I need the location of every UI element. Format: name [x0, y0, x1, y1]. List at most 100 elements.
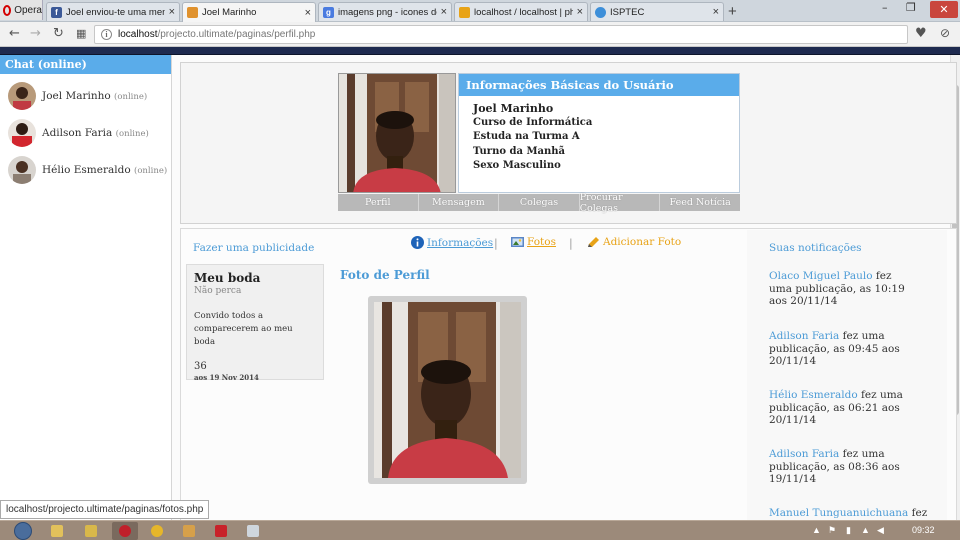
notification-item[interactable]: Adilson Faria fez uma publicação, as 08:…	[769, 448, 909, 486]
url-input[interactable]: i localhost/projecto.ultimate/paginas/pe…	[94, 25, 908, 44]
site-icon	[187, 7, 198, 18]
nav-perfil[interactable]: Perfil	[338, 194, 419, 211]
publication-subtitle: Não perca	[194, 286, 242, 296]
tab-label: Joel Marinho	[202, 7, 257, 18]
notification-user[interactable]: Manuel Tunguanuichuana	[769, 507, 908, 519]
url-host: localhost	[118, 29, 158, 40]
notification-user[interactable]: Adilson Faria	[769, 448, 839, 460]
notification-item[interactable]: Hélio Esmeraldo fez uma publicação, as 0…	[769, 389, 909, 427]
close-window-icon[interactable]: ✕	[930, 1, 958, 18]
chat-header: Chat (online)	[0, 55, 171, 74]
chat-user-status: (online)	[114, 91, 148, 102]
tab-joel-marinho[interactable]: Joel Marinho ×	[182, 2, 316, 22]
notifications-header: Suas notificações	[769, 242, 862, 254]
publish-ad-link[interactable]: Fazer uma publicidade	[193, 242, 314, 254]
notification-item[interactable]: Manuel Tunguanuichuana fez	[769, 507, 929, 520]
basic-info-card: Informações Básicas do Usuário Joel Mari…	[458, 73, 740, 193]
avatar	[8, 81, 36, 110]
reload-icon[interactable]: ↻	[53, 26, 64, 41]
start-button-icon[interactable]	[14, 522, 32, 540]
profile-nav-bar: Perfil Mensagem Colegas Procurar Colegas…	[338, 192, 740, 214]
tab-label: Informações	[427, 236, 494, 249]
notification-user[interactable]: Olaco Miguel Paulo	[769, 270, 873, 282]
volume-icon[interactable]: ◀	[877, 525, 884, 536]
file-explorer-icon[interactable]	[44, 522, 70, 540]
tab-separator: |	[569, 237, 573, 250]
tab-close-icon[interactable]: ×	[577, 6, 583, 18]
windows-taskbar: ▲ ⚑ ▮ ▲ ◀ 09:32	[0, 520, 960, 540]
user-shift: Turno da Manhã	[473, 145, 566, 157]
tab-separator: |	[494, 237, 498, 250]
tab-google-images[interactable]: g imagens png - icones de ×	[318, 2, 452, 21]
phpmyadmin-icon	[459, 6, 470, 18]
tab-close-icon[interactable]: ×	[713, 6, 719, 18]
notification-text: fez	[908, 507, 928, 519]
address-toolbar: ← → ↻ ▦ i localhost/projecto.ultimate/pa…	[0, 22, 960, 47]
nav-procurar-colegas[interactable]: Procurar Colegas	[580, 192, 661, 214]
tab-informacoes[interactable]: Informações	[411, 236, 493, 249]
network-icon[interactable]: ▲	[861, 525, 870, 535]
nav-colegas[interactable]: Colegas	[499, 194, 580, 211]
user-course: Curso de Informática	[473, 116, 593, 128]
notification-item[interactable]: Olaco Miguel Paulo fez uma publicação, a…	[769, 270, 909, 308]
notification-user[interactable]: Hélio Esmeraldo	[769, 389, 858, 401]
profile-photo[interactable]	[338, 73, 456, 193]
facebook-icon: f	[51, 6, 62, 18]
media-player-icon[interactable]	[78, 522, 104, 540]
flag-icon[interactable]: ⚑	[828, 525, 836, 536]
status-url-tooltip: localhost/projecto.ultimate/paginas/foto…	[0, 500, 210, 519]
publication-card[interactable]: Meu boda Não perca Convido todos a compa…	[186, 264, 324, 382]
avatar	[8, 118, 36, 147]
battery-icon[interactable]: ▮	[846, 525, 851, 536]
tray-arrow-icon[interactable]: ▲	[812, 525, 821, 535]
pdf-reader-icon[interactable]	[208, 522, 234, 540]
chat-panel: Chat (online) Joel Marinho (online) Adil…	[0, 55, 172, 520]
large-profile-photo[interactable]	[368, 296, 527, 484]
tab-label: ISPTEC	[610, 6, 645, 18]
chat-user-adilson[interactable]: Adilson Faria (online)	[0, 114, 171, 151]
heart-icon[interactable]: ♥	[915, 26, 927, 41]
app-icon[interactable]	[176, 522, 202, 540]
tab-adicionar-foto[interactable]: Adicionar Foto	[587, 236, 681, 248]
publication-title: Meu boda	[194, 271, 261, 285]
globe-icon	[595, 6, 606, 18]
tab-fotos[interactable]: Fotos	[511, 236, 556, 248]
nav-mensagem[interactable]: Mensagem	[419, 194, 500, 211]
notification-user[interactable]: Adilson Faria	[769, 330, 839, 342]
chat-user-helio[interactable]: Hélio Esmeraldo (online)	[0, 151, 171, 188]
forward-icon[interactable]: →	[30, 26, 41, 41]
tab-label: Adicionar Foto	[603, 236, 682, 248]
info-icon	[411, 236, 424, 249]
tab-isptec[interactable]: ISPTEC ×	[590, 2, 724, 21]
restore-icon[interactable]: ❐	[906, 1, 916, 14]
site-top-bar	[0, 47, 960, 55]
chat-user-joel[interactable]: Joel Marinho (online)	[0, 77, 171, 114]
profile-photo-heading: Foto de Perfil	[340, 268, 430, 282]
speed-dial-icon[interactable]: ▦	[76, 27, 86, 40]
chat-user-name: Adilson Faria	[42, 126, 113, 139]
opera-menu-button[interactable]: Opera	[0, 0, 43, 20]
pencil-icon	[588, 237, 599, 247]
tab-phpmyadmin[interactable]: localhost / localhost | php ×	[454, 2, 588, 21]
minimize-icon[interactable]: –	[882, 1, 888, 14]
chrome-icon[interactable]	[144, 522, 170, 540]
chat-user-status: (online)	[134, 165, 168, 176]
publication-date: aos 19 Nov 2014	[194, 373, 259, 382]
tab-close-icon[interactable]: ×	[441, 6, 447, 18]
new-tab-icon[interactable]: +	[728, 3, 737, 20]
tab-facebook[interactable]: f Joel enviou-te uma mens ×	[46, 2, 180, 21]
publication-body: Convido todos a comparecerem ao meu boda	[194, 311, 293, 347]
tab-close-icon[interactable]: ×	[169, 6, 175, 18]
tab-close-icon[interactable]: ×	[305, 7, 311, 19]
nav-feed-noticia[interactable]: Feed Notícia	[660, 194, 740, 211]
user-sex: Sexo Masculino	[473, 160, 561, 171]
google-icon: g	[323, 6, 334, 18]
back-icon[interactable]: ←	[9, 26, 20, 41]
clock[interactable]: 09:32	[912, 525, 935, 535]
site-info-icon[interactable]: i	[101, 29, 112, 40]
opera-turbo-icon[interactable]: ⊘	[940, 26, 950, 40]
window-icon[interactable]	[240, 522, 266, 540]
user-class: Estuda na Turma A	[473, 131, 580, 142]
opera-taskbar-icon[interactable]	[112, 522, 138, 540]
notification-item[interactable]: Adilson Faria fez uma publicação, as 09:…	[769, 330, 909, 368]
